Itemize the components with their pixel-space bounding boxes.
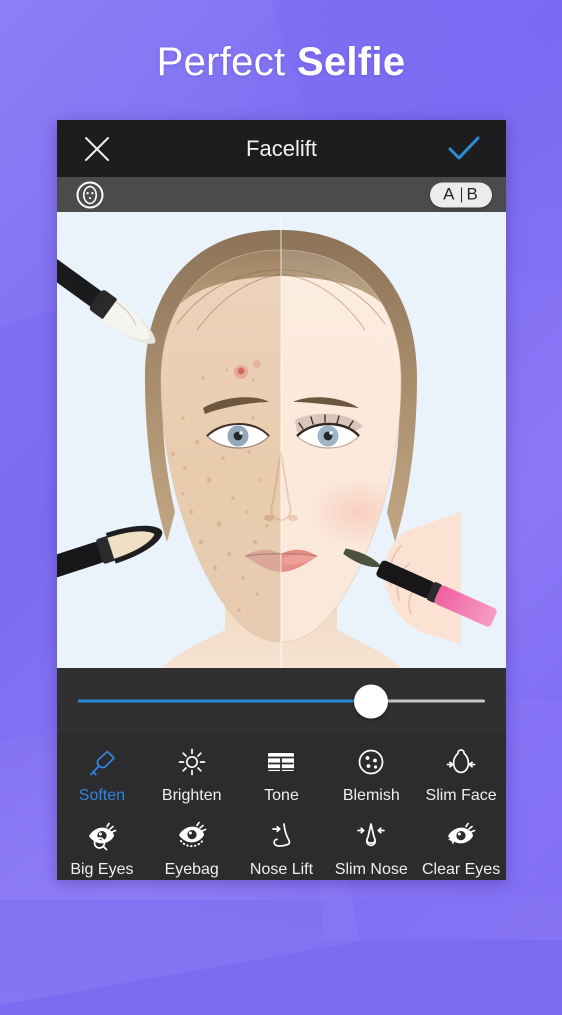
tool-clear-eyes[interactable]: Clear Eyes: [416, 812, 506, 880]
face-select-icon[interactable]: [76, 181, 104, 209]
dots-circle-icon: [354, 746, 388, 780]
photo-canvas[interactable]: [57, 212, 506, 668]
tool-soften[interactable]: Soften: [57, 738, 147, 812]
tool-eyebag[interactable]: Eyebag: [147, 812, 237, 880]
eye-magnify-icon: [85, 820, 119, 854]
hero-title-bold: Selfie: [296, 40, 406, 84]
ab-compare-b: B: [466, 184, 479, 204]
tool-row-primary: Soften Brighten Tone Blemish Slim Face: [57, 738, 506, 812]
tool-row-secondary: Big Eyes Eyebag Nose Lift Slim Nose Clea…: [57, 812, 506, 880]
hero-title: Perfect Selfie: [0, 40, 562, 85]
tool-label: Soften: [78, 787, 126, 804]
tool-label: Blemish: [342, 787, 400, 804]
tool-label: Brighten: [161, 787, 222, 804]
slider-fill: [78, 699, 372, 703]
tool-nose-lift[interactable]: Nose Lift: [237, 812, 327, 880]
tool-brighten[interactable]: Brighten: [147, 738, 237, 812]
ab-compare-a: A: [443, 184, 456, 204]
ab-compare-toggle[interactable]: A B: [430, 182, 492, 207]
tool-panel: Soften Brighten Tone Blemish Slim Face B…: [57, 734, 506, 880]
intensity-slider[interactable]: [78, 684, 485, 718]
tool-label: Eyebag: [164, 861, 219, 878]
nose-front-icon: [354, 820, 388, 854]
brush-icon: [85, 746, 119, 780]
tool-label: Nose Lift: [249, 861, 314, 878]
tool-tone[interactable]: Tone: [237, 738, 327, 812]
checkmark-icon[interactable]: [448, 136, 480, 162]
ab-compare-divider: [460, 187, 462, 202]
tool-big-eyes[interactable]: Big Eyes: [57, 812, 147, 880]
grid-panel-icon: [264, 746, 298, 780]
tool-label: Slim Face: [425, 787, 497, 804]
slider-thumb[interactable]: [354, 684, 389, 718]
tool-slim-face[interactable]: Slim Face: [416, 738, 506, 812]
tool-label: Tone: [264, 787, 299, 804]
tool-blemish[interactable]: Blemish: [326, 738, 416, 812]
before-after-portrait: [57, 212, 506, 668]
slim-face-icon: [444, 746, 478, 780]
hero-title-light: Perfect: [156, 40, 297, 84]
tool-label: Slim Nose: [334, 861, 408, 878]
eye-sparkle-icon: [444, 820, 478, 854]
sub-toolbar: A B: [57, 177, 506, 212]
nose-profile-icon: [264, 820, 298, 854]
tool-slim-nose[interactable]: Slim Nose: [326, 812, 416, 880]
app-window: Facelift A B Soften Brighten Tone Blemis…: [57, 120, 506, 880]
tool-label: Big Eyes: [70, 861, 134, 878]
slider-area: [57, 668, 506, 734]
tool-label: Clear Eyes: [421, 861, 501, 878]
sun-icon: [175, 746, 209, 780]
eye-dotted-icon: [175, 820, 209, 854]
page-title: Facelift: [246, 135, 317, 161]
app-header-bar: Facelift: [57, 120, 506, 177]
